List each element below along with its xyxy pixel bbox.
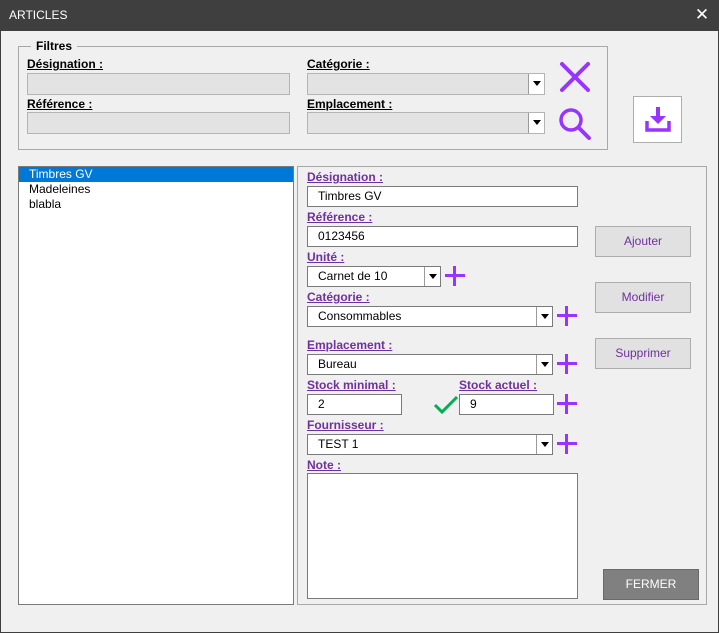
filter-categorie-select[interactable]	[307, 73, 545, 95]
fermer-button[interactable]: FERMER	[603, 569, 699, 600]
emplacement-label: Emplacement :	[307, 338, 393, 352]
check-icon	[433, 395, 459, 415]
supprimer-button[interactable]: Supprimer	[595, 338, 691, 369]
articles-list[interactable]: Timbres GV Madeleines blabla	[18, 166, 294, 605]
chevron-down-icon[interactable]	[536, 307, 552, 326]
categorie-value: Consommables	[318, 309, 402, 323]
modifier-button[interactable]: Modifier	[595, 282, 691, 313]
ajouter-button[interactable]: Ajouter	[595, 226, 691, 257]
chevron-down-icon[interactable]	[536, 435, 552, 454]
close-icon[interactable]: ✕	[685, 0, 719, 31]
fournisseur-select[interactable]: TEST 1	[307, 434, 553, 455]
list-item[interactable]: Timbres GV	[19, 167, 293, 182]
search-icon[interactable]	[558, 107, 592, 141]
chevron-down-icon[interactable]	[528, 74, 544, 94]
categorie-select[interactable]: Consommables	[307, 306, 553, 327]
chevron-down-icon[interactable]	[528, 113, 544, 133]
filter-reference-label: Référence :	[27, 97, 93, 111]
stock-actuel-input[interactable]: 9	[459, 394, 554, 415]
note-label: Note :	[307, 458, 341, 472]
fournisseur-value: TEST 1	[318, 437, 359, 451]
designation-input[interactable]: Timbres GV	[307, 186, 578, 207]
stock-actuel-label: Stock actuel :	[459, 378, 538, 392]
download-icon	[645, 107, 671, 132]
add-stock-plus-icon[interactable]	[557, 394, 577, 414]
add-fournisseur-plus-icon[interactable]	[557, 434, 577, 454]
reference-label: Référence :	[307, 210, 373, 224]
designation-label: Désignation :	[307, 170, 384, 184]
title-bar: ARTICLES ✕	[0, 0, 719, 31]
unite-value: Carnet de 10	[318, 269, 388, 283]
emplacement-value: Bureau	[318, 357, 357, 371]
fournisseur-label: Fournisseur :	[307, 418, 384, 432]
filter-emplacement-label: Emplacement :	[307, 97, 393, 111]
stock-min-label: Stock minimal :	[307, 378, 396, 392]
stock-min-input[interactable]: 2	[307, 394, 402, 415]
add-emplacement-plus-icon[interactable]	[557, 354, 577, 374]
reference-input[interactable]: 0123456	[307, 226, 578, 247]
filter-categorie-label: Catégorie :	[307, 57, 370, 71]
unite-select[interactable]: Carnet de 10	[307, 266, 441, 287]
unite-label: Unité :	[307, 250, 345, 264]
add-unite-plus-icon[interactable]	[445, 266, 465, 286]
download-button[interactable]	[633, 96, 682, 143]
filter-emplacement-select[interactable]	[307, 112, 545, 134]
categorie-label: Catégorie :	[307, 290, 370, 304]
chevron-down-icon[interactable]	[536, 355, 552, 374]
list-item[interactable]: blabla	[19, 197, 293, 212]
emplacement-select[interactable]: Bureau	[307, 354, 553, 375]
add-categorie-plus-icon[interactable]	[557, 306, 577, 326]
filter-designation-label: Désignation :	[27, 57, 104, 71]
filter-designation-input[interactable]	[27, 73, 290, 95]
close-x-icon[interactable]	[559, 61, 591, 93]
list-item[interactable]: Madeleines	[19, 182, 293, 197]
chevron-down-icon[interactable]	[424, 267, 440, 286]
filters-legend: Filtres	[31, 39, 78, 53]
window-title: ARTICLES	[9, 8, 68, 22]
filter-reference-input[interactable]	[27, 112, 290, 134]
note-textarea[interactable]	[307, 473, 578, 599]
